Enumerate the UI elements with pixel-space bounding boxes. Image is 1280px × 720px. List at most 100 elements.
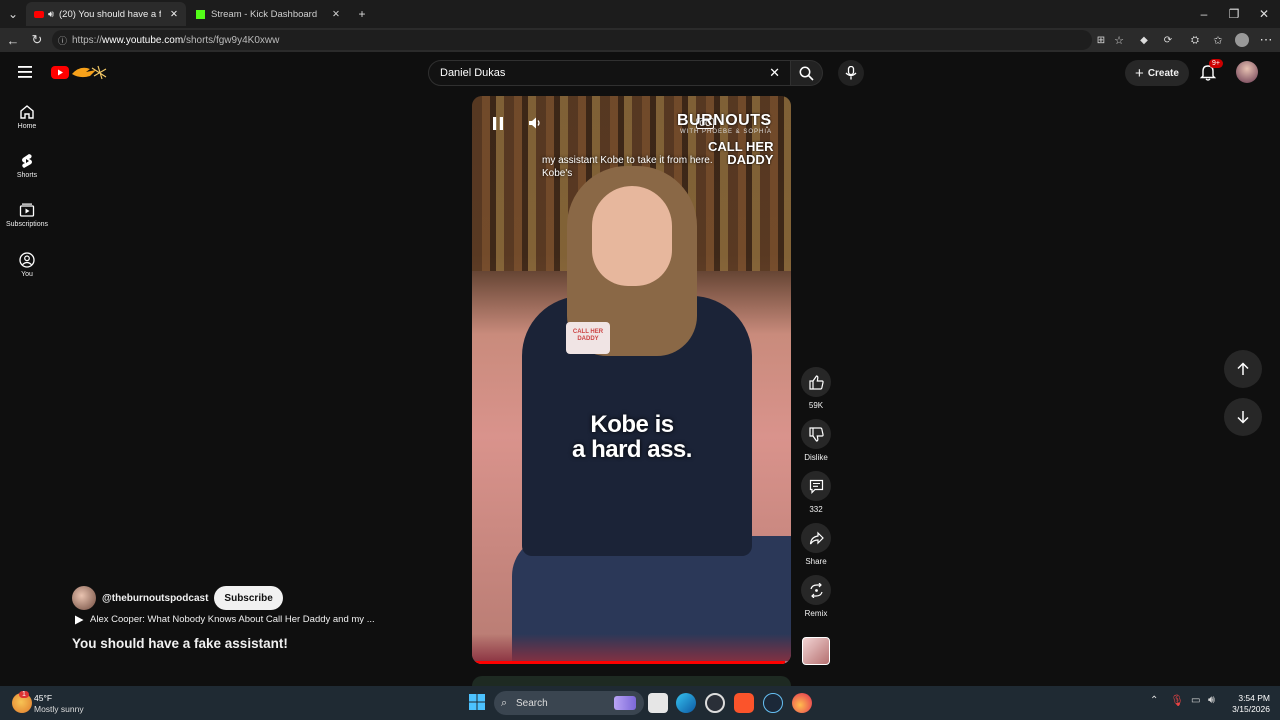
browser-tab-kick[interactable]: Stream - Kick Dashboard ✕ — [188, 2, 348, 26]
sidebar-item-home[interactable]: Home — [0, 104, 54, 130]
dislike-button[interactable]: Dislike — [800, 419, 832, 462]
tab-title: (20) You should have a fake a — [59, 8, 161, 20]
browser-toolbar: ← ↻ ⓘ https://www.youtube.com/shorts/fgw… — [0, 28, 1280, 52]
site-info-icon[interactable]: ⓘ — [58, 34, 67, 47]
remix-label: Remix — [804, 609, 828, 618]
shorts-video-player[interactable]: CALL HER DADDY CC ⋮ BURNOUTS WITH PHOEBE… — [472, 96, 791, 664]
thumbs-down-icon — [808, 426, 824, 442]
system-clock[interactable]: 3:54 PM 3/15/2026 — [1230, 693, 1270, 715]
sidebar-item-subscriptions[interactable]: Subscriptions — [0, 202, 54, 228]
steam-icon[interactable] — [763, 693, 783, 713]
thumbs-up-icon — [808, 374, 824, 390]
url-path: /shorts/fgw9y4K0xww — [183, 34, 280, 46]
restore-icon[interactable]: ❐ — [1218, 0, 1250, 28]
favorite-star-icon[interactable]: ☆ — [1110, 31, 1128, 49]
search-input[interactable]: Daniel Dukas ✕ — [428, 60, 791, 86]
weather-description[interactable]: Mostly sunny — [34, 704, 84, 714]
reload-icon[interactable]: ↻ — [28, 31, 46, 49]
remix-button[interactable]: Remix — [800, 575, 832, 618]
youtube-logo[interactable] — [50, 63, 112, 81]
notification-count-badge: 9+ — [1209, 59, 1223, 68]
hamburger-menu-icon[interactable] — [18, 64, 36, 80]
sidebar-item-label: Subscriptions — [5, 221, 49, 228]
voice-search-button[interactable] — [838, 60, 864, 86]
sound-source-thumbnail[interactable] — [802, 637, 830, 665]
close-tab-icon[interactable]: ✕ — [170, 9, 178, 20]
related-video-title: Alex Cooper: What Nobody Knows About Cal… — [90, 614, 375, 625]
windows-taskbar: 1 45°F Mostly sunny ⌕ Search ⌃ 🎙︎ ▭ 🔊︎ 3… — [0, 686, 1280, 720]
youtube-favicon-icon — [34, 10, 44, 18]
shorts-icon — [22, 154, 32, 168]
next-short-preview[interactable] — [472, 676, 791, 686]
url-scheme: https:// — [72, 34, 103, 46]
channel-handle[interactable]: @theburnoutspodcast — [102, 593, 208, 604]
auto-caption: my assistant Kobe to take it from here. … — [542, 154, 742, 180]
network-icon[interactable]: ▭ — [1191, 695, 1200, 706]
related-video-link[interactable]: Alex Cooper: What Nobody Knows About Cal… — [74, 614, 375, 625]
new-tab-icon[interactable]: + — [346, 0, 378, 28]
search-input-value: Daniel Dukas — [440, 67, 506, 79]
microphone-in-use-icon[interactable]: 🎙︎ — [1170, 694, 1184, 707]
refresh-extension-icon[interactable]: ⟳ — [1159, 31, 1177, 49]
weather-temperature[interactable]: 45°F — [34, 693, 52, 703]
obs-studio-icon[interactable] — [705, 693, 725, 713]
clock-time: 3:54 PM — [1238, 693, 1270, 703]
profile-icon[interactable] — [1233, 31, 1251, 49]
extension-icon[interactable]: ◆ — [1135, 31, 1153, 49]
browser-tab-youtube[interactable]: 🔊︎ (20) You should have a fake a ✕ — [26, 2, 186, 26]
back-icon[interactable]: ← — [4, 31, 22, 49]
sidebar-item-label: Home — [17, 123, 37, 130]
like-button[interactable]: 59K — [800, 367, 832, 410]
microphone-icon — [845, 66, 857, 80]
show-hidden-icons-chevron-icon[interactable]: ⌃ — [1150, 695, 1158, 706]
clock-date: 3/15/2026 — [1232, 704, 1270, 714]
account-avatar[interactable] — [1236, 61, 1258, 83]
more-menu-icon[interactable]: ⋯ — [1257, 31, 1275, 49]
close-window-icon[interactable]: ✕ — [1248, 0, 1280, 28]
next-short-button[interactable] — [1224, 398, 1262, 436]
arrow-down-icon — [1237, 411, 1249, 424]
burnouts-logo-subtitle: WITH PHOEBE & SOPHIA — [680, 129, 773, 135]
channel-avatar[interactable] — [72, 586, 96, 610]
create-button[interactable]: + Create — [1125, 60, 1189, 86]
subscribe-label: Subscribe — [224, 592, 273, 604]
task-view-icon[interactable] — [648, 693, 668, 713]
app-available-icon[interactable]: ⊞ — [1092, 31, 1110, 49]
speaker-icon[interactable]: 🔊︎ — [48, 9, 54, 20]
collections-icon[interactable]: ⛭ — [1186, 31, 1204, 49]
clear-search-icon[interactable]: ✕ — [769, 65, 780, 81]
subscribe-button[interactable]: Subscribe — [214, 586, 283, 610]
burned-in-caption: Kobe is a hard ass. — [532, 412, 732, 462]
edge-browser-icon[interactable] — [676, 693, 696, 713]
notifications-button[interactable]: 9+ — [1199, 59, 1223, 83]
minimize-icon[interactable]: – — [1188, 0, 1220, 28]
video-progress-bar[interactable] — [472, 661, 791, 664]
taskbar-search-label: Search — [516, 697, 548, 709]
sidebar-item-you[interactable]: You — [0, 252, 54, 278]
comments-button[interactable]: 332 — [800, 471, 832, 514]
dislike-label: Dislike — [804, 453, 828, 462]
tab-list-chevron-icon[interactable]: ⌄ — [2, 0, 24, 28]
search-highlight-icon — [614, 696, 636, 710]
share-label: Share — [805, 557, 827, 566]
taskbar-search[interactable]: ⌕ Search — [494, 691, 644, 715]
share-button[interactable]: Share — [800, 523, 832, 566]
close-tab-icon[interactable]: ✕ — [332, 9, 340, 20]
comment-icon — [809, 479, 823, 494]
sidebar-item-label: Shorts — [16, 172, 38, 179]
sidebar-item-shorts[interactable]: Shorts — [0, 153, 54, 179]
firefox-icon[interactable] — [792, 693, 812, 713]
volume-tray-icon[interactable]: 🔊︎ — [1208, 694, 1215, 707]
pause-button[interactable] — [487, 112, 509, 134]
windows-start-icon[interactable] — [468, 693, 488, 713]
video-bottom-gradient — [472, 634, 791, 664]
browser-tab-strip: ⌄ 🔊︎ (20) You should have a fake a ✕ Str… — [0, 0, 1280, 28]
search-button[interactable] — [791, 60, 823, 86]
address-bar[interactable]: ⓘ https://www.youtube.com/shorts/fgw9y4K… — [52, 30, 1092, 50]
microphone-flag: CALL HER DADDY — [566, 322, 610, 354]
brave-browser-icon[interactable] — [734, 693, 754, 713]
favorites-icon[interactable]: ✩ — [1209, 31, 1227, 49]
youtube-shorts-page: Home Shorts Subscriptions You Daniel Duk… — [0, 52, 1280, 686]
previous-short-button[interactable] — [1224, 350, 1262, 388]
volume-button[interactable] — [524, 112, 546, 134]
